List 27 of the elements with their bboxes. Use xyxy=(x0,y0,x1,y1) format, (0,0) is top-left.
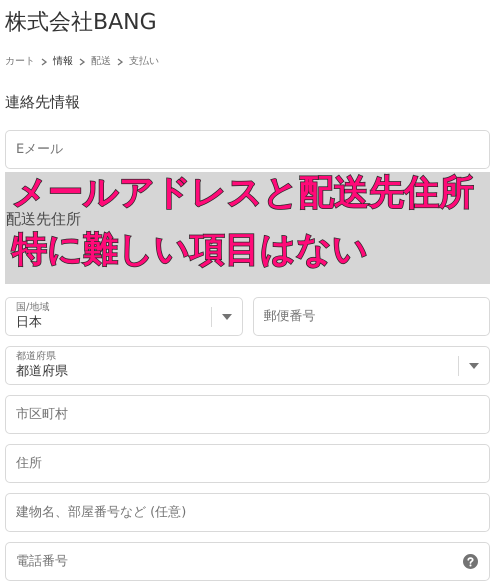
chevron-icon xyxy=(79,58,85,66)
input-field[interactable]: 電話番号 xyxy=(5,542,490,581)
breadcrumb-link[interactable]: カート xyxy=(5,54,35,69)
chevron-icon xyxy=(117,58,123,66)
breadcrumb-link[interactable]: 情報 xyxy=(53,54,73,69)
dropdown-field[interactable]: 国/地域 日本 xyxy=(5,297,242,336)
dropdown-field[interactable]: 都道府県 都道府県 xyxy=(5,346,490,385)
input-field[interactable]: 郵便番号 xyxy=(252,297,490,336)
input-field[interactable]: 住所 xyxy=(5,444,490,483)
field-label: 都道府県 xyxy=(16,351,57,364)
caption-text: 特に難しい項目はない xyxy=(12,230,368,270)
caret-icon xyxy=(469,362,479,368)
input-field[interactable]: 建物名、部屋番号など (任意) xyxy=(5,493,490,532)
section-heading: 連絡先情報 xyxy=(5,95,81,110)
section-heading: 配送先住所 xyxy=(6,212,81,227)
breadcrumb-link[interactable]: 支払い xyxy=(129,54,159,69)
input-field[interactable]: 市区町村 xyxy=(5,395,490,434)
store-title: 株式会社BANG xyxy=(5,9,158,34)
breadcrumb-link[interactable]: 配送 xyxy=(91,54,111,69)
field-label: 国/地域 xyxy=(16,302,50,315)
input-field[interactable]: Eメール xyxy=(5,130,490,169)
caption-text: メールアドレスと配送先住所 xyxy=(12,176,474,210)
chevron-icon xyxy=(41,58,47,66)
help-icon[interactable] xyxy=(463,554,478,569)
field-value: 日本 xyxy=(16,314,43,331)
field-value: 都道府県 xyxy=(16,364,69,380)
caret-icon xyxy=(222,314,232,320)
